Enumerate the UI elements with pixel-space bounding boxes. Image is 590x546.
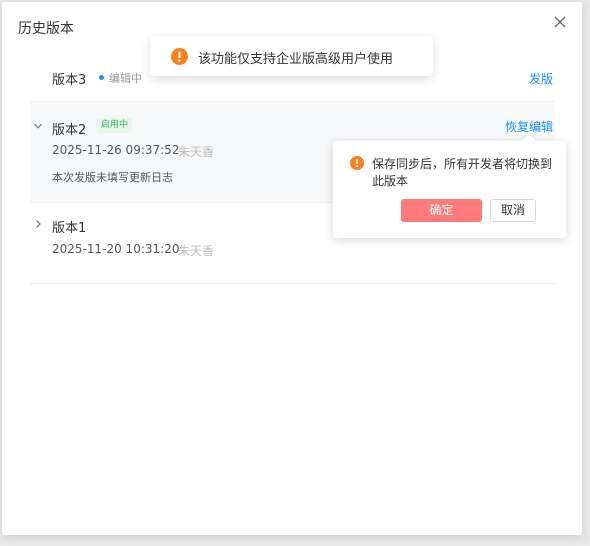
version-time: 2025-11-20 10:31:20 bbox=[52, 242, 180, 256]
popconfirm-message: 保存同步后，所有开发者将切换到此版本 bbox=[372, 157, 553, 188]
history-versions-modal: 历史版本 版本3 编辑中 发版 版本2 启用中 恢复编辑 2025-11-26 … bbox=[2, 2, 582, 535]
warning-icon bbox=[350, 156, 364, 170]
restore-edit-link[interactable]: 恢复编辑 bbox=[505, 118, 553, 135]
chevron-right-icon[interactable] bbox=[33, 219, 43, 229]
toast-message: 该功能仅支持企业版高级用户使用 bbox=[150, 36, 433, 76]
active-badge: 启用中 bbox=[97, 118, 133, 133]
version-author: 朱天香 bbox=[178, 145, 215, 159]
version-author: 朱天香 bbox=[178, 244, 215, 258]
editing-status: 编辑中 bbox=[99, 70, 142, 86]
publish-link[interactable]: 发版 bbox=[529, 70, 553, 87]
version-name: 版本3 bbox=[52, 73, 87, 88]
cancel-button[interactable]: 取消 bbox=[490, 199, 536, 222]
editing-status-label: 编辑中 bbox=[109, 72, 142, 85]
close-icon bbox=[554, 16, 566, 28]
version-time: 2025-11-26 09:37:52 bbox=[52, 143, 180, 157]
toast-text: 该功能仅支持企业版高级用户使用 bbox=[198, 52, 394, 67]
warning-icon bbox=[171, 48, 188, 65]
close-button[interactable] bbox=[552, 14, 568, 30]
version-name: 版本2 bbox=[52, 123, 87, 138]
status-dot-icon bbox=[99, 75, 104, 80]
chevron-down-icon[interactable] bbox=[33, 121, 43, 131]
confirm-button[interactable]: 确定 bbox=[401, 199, 482, 222]
background-page-edge bbox=[582, 0, 590, 546]
version-name: 版本1 bbox=[52, 221, 87, 236]
modal-title: 历史版本 bbox=[18, 21, 74, 37]
restore-popconfirm: 保存同步后，所有开发者将切换到此版本 确定 取消 bbox=[333, 133, 566, 238]
version-log: 本次发版未填写更新日志 bbox=[52, 171, 173, 184]
